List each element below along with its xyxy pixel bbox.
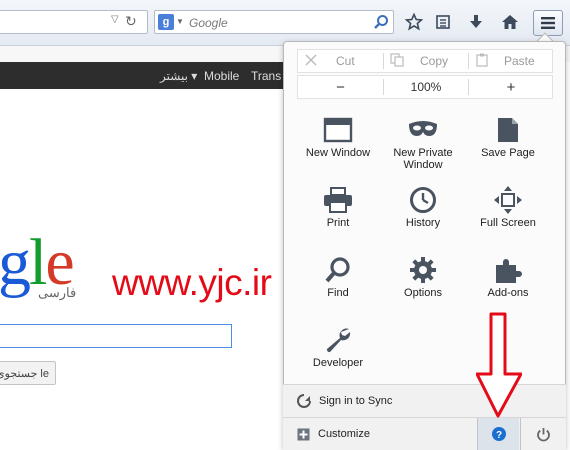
watermark-text: www.yjc.ir [112, 262, 272, 303]
open-menu-button[interactable] [533, 10, 563, 36]
new-window-icon [323, 113, 353, 147]
paste-icon [476, 53, 488, 70]
tile-label: Add-ons [487, 287, 529, 299]
tile-label: Save Page [481, 147, 535, 159]
divider [468, 53, 469, 69]
gbar-translate-link[interactable]: Trans [251, 69, 281, 83]
sync-label: Sign in to Sync [319, 395, 393, 407]
options-button[interactable]: Options [380, 251, 466, 319]
logo-subtitle: فارسی [38, 285, 77, 300]
save-page-button[interactable]: Save Page [465, 111, 551, 179]
help-question-icon: ? [491, 427, 506, 441]
google-search-input[interactable] [0, 324, 232, 348]
copy-icon [390, 52, 404, 70]
svg-text:?: ? [495, 430, 501, 441]
magnifier-icon [324, 253, 352, 287]
private-mask-icon [407, 113, 439, 147]
url-history-dropdown-icon[interactable]: ▽ [111, 14, 119, 25]
developer-button[interactable]: Developer [295, 321, 381, 389]
bookmark-star-icon[interactable] [403, 11, 425, 33]
new-private-window-button[interactable]: New Private Window [380, 111, 466, 179]
copy-button[interactable]: Copy [390, 50, 448, 72]
cut-label: Cut [336, 54, 355, 68]
wrench-icon [324, 323, 352, 357]
sync-icon [297, 394, 311, 408]
customize-plus-icon [297, 428, 310, 441]
printer-icon [323, 183, 353, 217]
power-icon [537, 427, 550, 441]
zoom-controls: − 100% + [297, 75, 553, 99]
history-button[interactable]: History [380, 181, 466, 249]
gbar-more-link[interactable]: بیشتر ▾ [160, 69, 197, 83]
downloads-icon[interactable] [465, 11, 487, 33]
tile-label: New Window [305, 147, 371, 159]
tile-label: Developer [312, 357, 364, 369]
search-go-icon[interactable] [373, 14, 389, 33]
print-button[interactable]: Print [295, 181, 381, 249]
add-ons-button[interactable]: Add-ons [465, 251, 551, 319]
save-page-icon [496, 113, 520, 147]
tile-label: Full Screen [480, 217, 536, 229]
fullscreen-icon [494, 183, 522, 217]
google-top-bar: بیشتر ▾ Mobile Trans [0, 62, 300, 89]
paste-button[interactable]: Paste [476, 50, 535, 72]
tile-label: History [405, 217, 441, 229]
tile-label: Options [404, 287, 442, 299]
puzzle-icon [493, 253, 523, 287]
divider [383, 53, 384, 69]
gbar-mobile-link[interactable]: Mobile [204, 69, 239, 83]
reload-icon[interactable]: ↻ [125, 13, 137, 30]
customize-button[interactable]: Customize [283, 418, 476, 450]
cut-button[interactable]: Cut [304, 50, 355, 72]
zoom-out-button[interactable]: − [298, 76, 383, 98]
edit-controls: Cut Copy Paste [297, 49, 553, 73]
search-bar[interactable]: g ▼ Google [154, 10, 394, 34]
sign-in-sync-button[interactable]: Sign in to Sync [283, 385, 566, 417]
hamburger-icon [541, 17, 555, 29]
copy-label: Copy [420, 54, 449, 68]
annotation-arrow [476, 312, 522, 418]
new-window-button[interactable]: New Window [295, 111, 381, 179]
browser-toolbar: ▽ ↻ g ▼ Google [0, 0, 570, 46]
zoom-in-button[interactable]: + [469, 76, 553, 98]
clock-icon [409, 183, 437, 217]
paste-label: Paste [504, 54, 535, 68]
google-search-button[interactable]: جستجوی le [0, 361, 56, 385]
quit-button[interactable] [520, 418, 566, 450]
home-icon[interactable] [499, 11, 521, 33]
search-placeholder: Google [189, 16, 228, 30]
help-button[interactable]: ? [477, 418, 519, 450]
url-bar[interactable]: ▽ ↻ [0, 10, 148, 34]
tile-label: Find [327, 287, 349, 299]
tile-label: New Private Window [393, 147, 453, 171]
search-engine-icon[interactable]: g [158, 14, 174, 30]
search-engine-dropdown-icon[interactable]: ▼ [176, 17, 184, 26]
bookmarks-menu-icon[interactable] [432, 11, 454, 33]
tile-label: Print [326, 217, 350, 229]
zoom-reset-button[interactable]: 100% [384, 76, 468, 98]
customize-label: Customize [318, 428, 370, 440]
full-screen-button[interactable]: Full Screen [465, 181, 551, 249]
scissors-icon [304, 53, 318, 70]
gear-icon [409, 253, 437, 287]
find-button[interactable]: Find [295, 251, 381, 319]
